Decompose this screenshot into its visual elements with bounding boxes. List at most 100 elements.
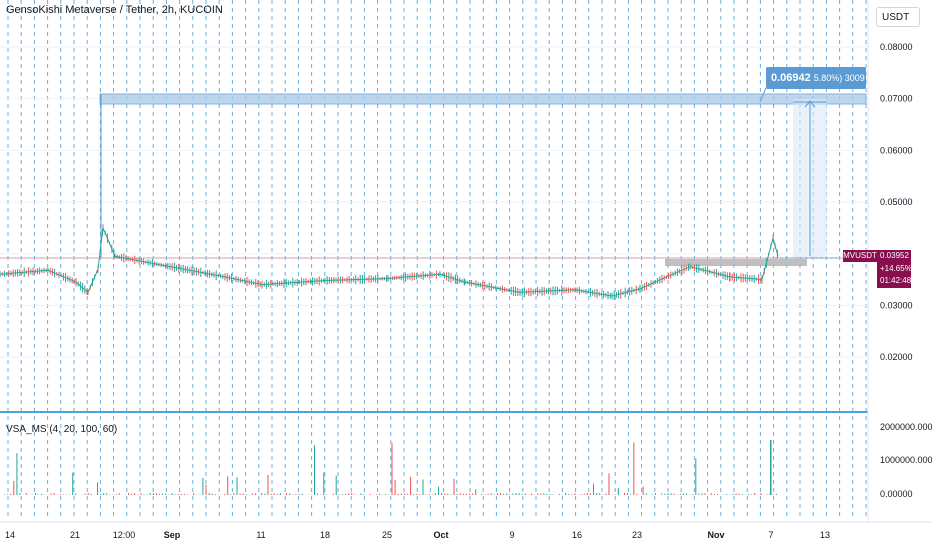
time-tick-label: 7: [768, 530, 773, 540]
time-tick-label: 11: [256, 530, 265, 540]
volume-bar: [441, 493, 442, 495]
indicator-label[interactable]: VSA_MS (4, 20, 100, 60): [6, 424, 117, 435]
volume-bar: [581, 494, 582, 495]
volume-bar: [547, 494, 548, 495]
volume-bar: [345, 494, 346, 495]
time-tick-label: 16: [572, 530, 582, 540]
volume-bar: [584, 494, 585, 495]
volume-bar: [252, 494, 253, 496]
volume-bar: [237, 477, 238, 495]
volume-bar: [289, 493, 290, 495]
volume-bar: [714, 494, 715, 495]
price-pane[interactable]: [0, 0, 868, 412]
volume-bar: [339, 494, 340, 495]
volume-bar: [314, 445, 315, 495]
target-price-value: 0.06942: [771, 72, 811, 84]
chart-stage: 0.080000.070000.060000.050000.030000.020…: [0, 0, 932, 550]
volume-bar: [615, 495, 616, 496]
time-tick-label: 9: [509, 530, 514, 540]
volume-pane[interactable]: [0, 412, 868, 520]
volume-bar: [509, 494, 510, 495]
volume-bar: [494, 495, 495, 496]
volume-bar: [230, 494, 231, 495]
price-tick-label: 0.02000: [880, 352, 913, 362]
price-tick-label: 0.08000: [880, 42, 913, 52]
volume-bar: [7, 495, 8, 496]
volume-bar: [726, 494, 727, 495]
time-tick-label: Sep: [164, 530, 181, 540]
volume-bar: [702, 493, 703, 495]
volume-bar: [150, 493, 151, 495]
volume-bar: [674, 494, 675, 495]
target-price-label[interactable]: 0.069425.80%) 3009: [766, 67, 866, 89]
volume-bar: [261, 493, 262, 495]
time-tick-label: Oct: [433, 530, 448, 540]
volume-bar: [661, 494, 662, 496]
volume-bar: [407, 494, 408, 495]
time-tick-label: 21: [70, 530, 80, 540]
price-tick-label: 0.07000: [880, 94, 913, 104]
volume-bar: [227, 476, 228, 495]
volume-bar: [13, 481, 14, 495]
volume-bar: [466, 494, 467, 495]
time-axis-labels: 142112:00Sep111825Oct91623Nov713: [5, 530, 830, 540]
volume-bar: [671, 493, 672, 495]
volume-bar: [643, 487, 644, 495]
volume-bar: [202, 478, 203, 495]
volume-bar: [274, 493, 275, 495]
volume-bar: [680, 494, 681, 495]
volume-bar: [295, 494, 296, 495]
volume-bar: [627, 493, 628, 495]
symbol-title[interactable]: GensoKishi Metaverse / Tether, 2h, KUCOI…: [6, 4, 223, 16]
currency-button[interactable]: USDT: [876, 7, 920, 27]
volume-bar: [286, 493, 287, 495]
volume-bar: [106, 493, 107, 495]
volume-bar: [109, 495, 110, 496]
volume-bar: [491, 493, 492, 495]
volume-bar: [463, 494, 464, 495]
last-price-box: 0.03952 +14.65% 01:42:48: [877, 250, 911, 288]
volume-bar: [72, 473, 73, 495]
volume-bar: [748, 494, 749, 495]
volume-bar: [255, 493, 256, 495]
time-tick-label: 25: [382, 530, 392, 540]
volume-bar: [153, 493, 154, 495]
volume-bar: [587, 493, 588, 495]
volume-bar: [162, 494, 163, 495]
volume-bar: [131, 494, 132, 495]
volume-bar: [63, 495, 64, 496]
volume-bar: [429, 494, 430, 495]
volume-bar: [280, 493, 281, 495]
target-zone-rect[interactable]: [100, 94, 866, 104]
volume-bar: [432, 495, 433, 496]
volume-bar: [717, 494, 718, 495]
volume-bar: [593, 484, 594, 495]
volume-bar: [605, 494, 606, 496]
volume-bar: [404, 493, 405, 495]
volume-bar: [336, 476, 337, 496]
volume-bar: [457, 494, 458, 495]
volume-bar: [512, 494, 513, 495]
support-zone[interactable]: [665, 259, 807, 266]
volume-bar: [75, 493, 76, 495]
volume-bar: [88, 493, 89, 495]
volume-bar: [416, 494, 417, 495]
volume-bar: [525, 493, 526, 495]
volume-bar: [51, 494, 52, 495]
volume-bar: [333, 494, 334, 495]
volume-bar: [159, 494, 160, 495]
volume-bar: [426, 494, 427, 495]
volume-bar: [41, 494, 42, 495]
volume-bar: [392, 443, 393, 495]
volume-bar: [184, 494, 185, 495]
volume-bar: [506, 493, 507, 495]
volume-bar: [574, 493, 575, 495]
volume-bar: [147, 494, 148, 495]
volume-bar: [711, 493, 712, 495]
volume-bar: [140, 493, 141, 495]
volume-bar: [54, 493, 55, 495]
volume-bar: [299, 494, 300, 495]
volume-bar: [500, 493, 501, 495]
last-price-value: 0.03952: [880, 250, 911, 263]
volume-bar: [770, 440, 772, 495]
